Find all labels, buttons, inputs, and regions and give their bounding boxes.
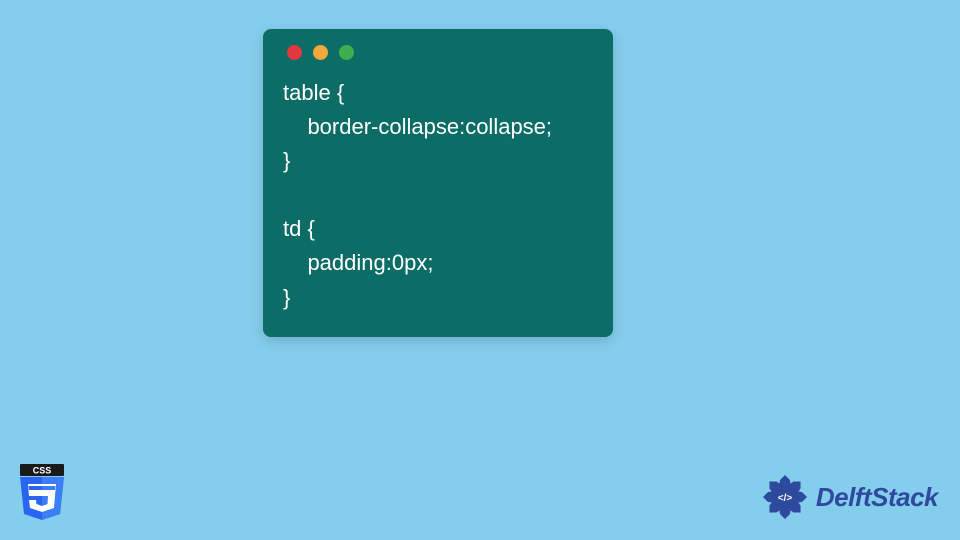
code-line: } [283,148,290,173]
delftstack-mark-icon: </> [760,472,810,522]
close-icon [287,45,302,60]
svg-text:</>: </> [778,493,793,504]
delftstack-logo: </> DelftStack [760,472,938,522]
minimize-icon [313,45,328,60]
css3-shield-icon: CSS [18,464,66,522]
code-line: padding:0px; [283,250,433,275]
code-line: td { [283,216,315,241]
code-block: table { border-collapse:collapse; } td {… [283,76,593,315]
window-traffic-lights [287,45,593,60]
code-line: border-collapse:collapse; [283,114,552,139]
code-window: table { border-collapse:collapse; } td {… [263,29,613,337]
code-line: table { [283,80,344,105]
code-line: } [283,285,290,310]
css-label-text: CSS [33,466,52,476]
delftstack-brand-text: DelftStack [816,482,938,513]
maximize-icon [339,45,354,60]
